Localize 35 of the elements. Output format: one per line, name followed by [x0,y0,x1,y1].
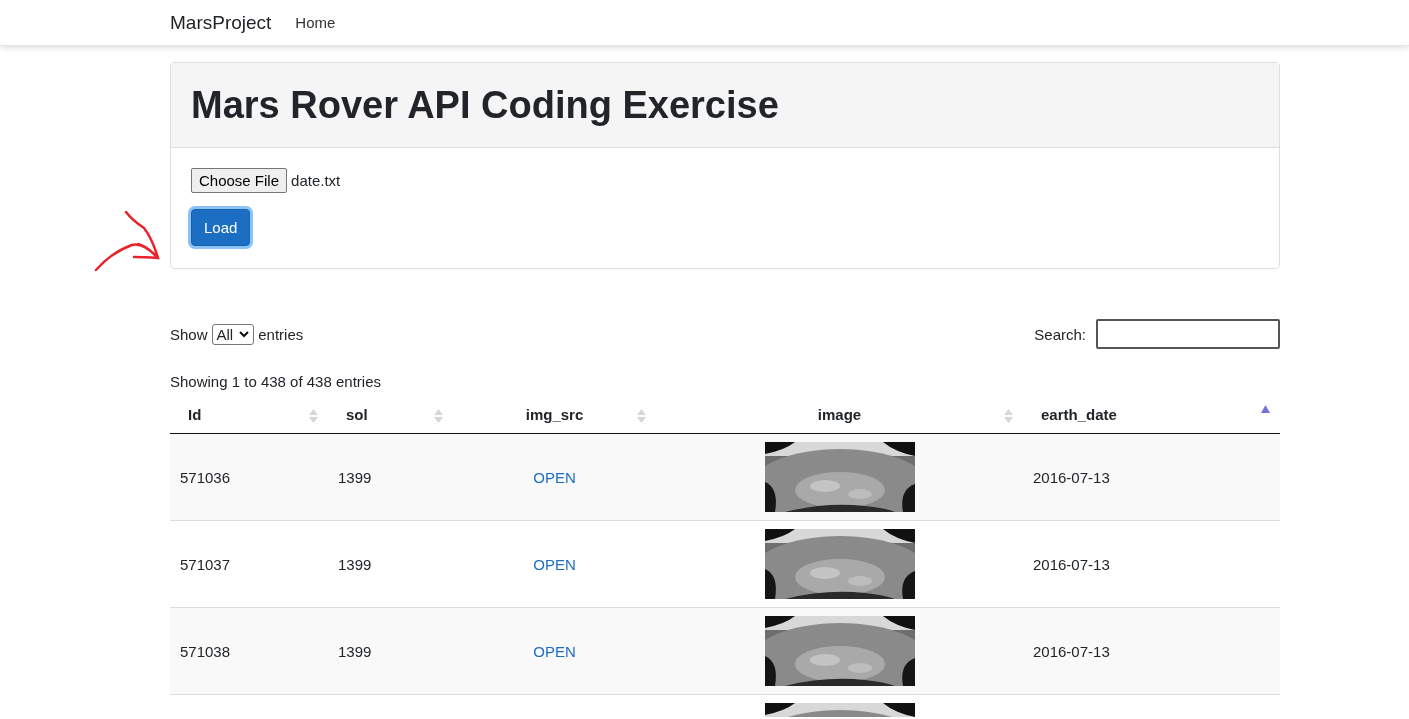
column-header[interactable]: image [656,396,1023,433]
table-cell-text: 571038 [179,642,231,660]
column-header[interactable]: earth_date [1023,396,1280,433]
sort-icon [309,409,318,423]
file-name: date.txt [291,172,341,189]
entries-label: entries [258,325,304,343]
table-cell-text: 1399 [337,642,372,660]
table-cell-text: 1399 [337,468,372,486]
sort-icon [1004,409,1013,423]
nav-link[interactable]: Home [295,14,336,31]
table-info: Showing 1 to 438 of 438 entries [170,373,382,390]
table-cell-text: 2016-07-13 [1032,642,1110,660]
table-cell-text: 571037 [179,555,231,573]
table-cell-text: 571036 [179,468,231,486]
table-cell-text: 2016-07-13 [1032,555,1110,573]
sort-icon [434,409,443,423]
table-cell-text: 1399 [337,555,372,573]
search-label: Search: [1034,325,1086,343]
column-header[interactable]: sol [328,396,453,433]
column-header[interactable]: img_src [453,396,656,433]
sort-icon [637,409,646,423]
show-label: Show [170,325,208,343]
page-size-select[interactable]: All [211,323,255,345]
search-field[interactable] [1096,319,1280,349]
choose-file-button[interactable]: Choose File [191,168,288,193]
open-link[interactable]: OPEN [533,555,576,573]
open-link[interactable]: OPEN [533,468,576,486]
load-button[interactable]: Load [191,209,251,246]
page-title: Mars Rover API Coding Exercise [191,83,779,127]
sort-ascending-icon [1261,405,1270,413]
table-cell-text: 2016-07-13 [1032,468,1110,486]
brand-link[interactable]: MarsProject [170,11,272,34]
column-header[interactable]: Id [170,396,328,433]
chevron-down-icon [239,330,250,338]
open-link[interactable]: OPEN [533,642,576,660]
